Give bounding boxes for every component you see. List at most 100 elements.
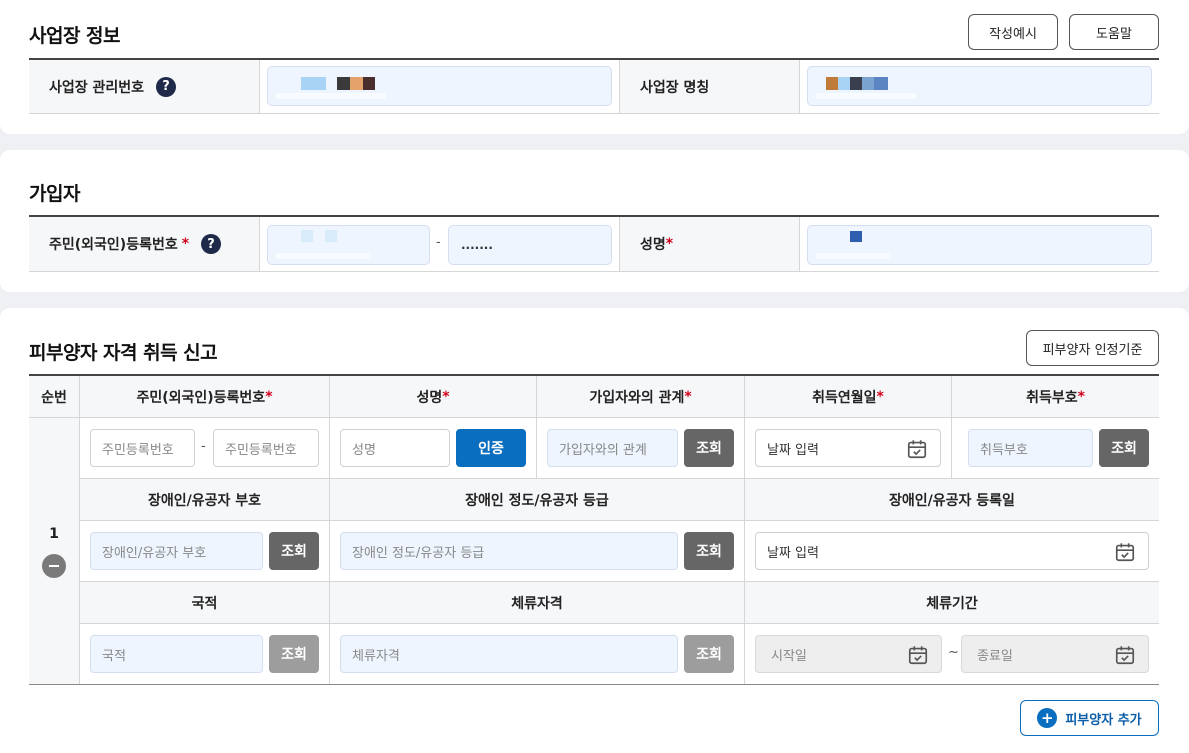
stay-status-lookup-button[interactable]: 조회 bbox=[684, 635, 734, 673]
redacted-block bbox=[276, 93, 386, 99]
required-mark: * bbox=[876, 388, 884, 405]
divider bbox=[79, 376, 80, 684]
redacted-block bbox=[301, 230, 313, 242]
divider bbox=[536, 376, 537, 479]
disability-code-input[interactable]: 장애인/유공자 부호 bbox=[90, 532, 263, 570]
calendar-icon[interactable] bbox=[907, 644, 929, 666]
relation-lookup-button[interactable]: 조회 bbox=[684, 429, 734, 467]
add-dependent-button[interactable]: + 피부양자 추가 bbox=[1020, 700, 1159, 736]
required-mark: * bbox=[665, 236, 674, 252]
help-button[interactable]: 도움말 bbox=[1069, 14, 1159, 50]
divider bbox=[799, 217, 800, 271]
header-name: 성명 * bbox=[330, 376, 536, 417]
redacted-block bbox=[350, 77, 363, 90]
plus-icon: + bbox=[1037, 708, 1058, 728]
header-relation-label: 가입자와의 관계 bbox=[589, 389, 685, 406]
header-stay-status: 체류자격 bbox=[330, 582, 744, 623]
nationality-lookup-button[interactable]: 조회 bbox=[269, 635, 319, 673]
stay-start-input[interactable]: 시작일 bbox=[755, 635, 942, 673]
acq-date-placeholder: 날짜 입력 bbox=[767, 442, 819, 458]
subscriber-name-label: 성명 bbox=[640, 237, 666, 253]
stay-end-placeholder: 종료일 bbox=[977, 648, 1013, 664]
help-question-icon[interactable]: ? bbox=[201, 234, 222, 254]
calendar-icon[interactable] bbox=[906, 438, 928, 460]
disability-date-placeholder: 날짜 입력 bbox=[767, 545, 819, 561]
period-tilde: ~ bbox=[948, 645, 959, 660]
header-name-label: 성명 bbox=[416, 389, 443, 406]
stay-end-input[interactable]: 종료일 bbox=[961, 635, 1149, 673]
redacted-block bbox=[337, 77, 350, 90]
divider bbox=[259, 217, 260, 271]
divider bbox=[80, 520, 1159, 521]
header-acq-code: 취득부호 * bbox=[952, 376, 1159, 417]
dependent-title: 피부양자 자격 취득 신고 bbox=[29, 342, 218, 364]
row-seq: 1 bbox=[49, 526, 59, 542]
acq-code-lookup-button[interactable]: 조회 bbox=[1099, 429, 1149, 467]
mgmt-no-field[interactable] bbox=[267, 66, 612, 106]
disability-code-lookup-button[interactable]: 조회 bbox=[269, 532, 319, 570]
redacted-block bbox=[850, 77, 862, 90]
divider bbox=[29, 417, 1159, 418]
stay-status-input[interactable]: 체류자격 bbox=[340, 635, 678, 673]
disability-grade-lookup-button[interactable]: 조회 bbox=[684, 532, 734, 570]
header-acq-code-label: 취득부호 bbox=[1026, 389, 1078, 406]
nationality-input[interactable]: 국적 bbox=[90, 635, 263, 673]
calendar-icon[interactable] bbox=[1114, 644, 1136, 666]
divider bbox=[799, 60, 800, 113]
subscriber-title: 가입자 bbox=[29, 183, 80, 205]
redacted-block bbox=[325, 230, 337, 242]
rrn-front-field[interactable] bbox=[267, 225, 430, 265]
subscriber-name-field[interactable] bbox=[807, 225, 1152, 265]
required-mark: * bbox=[1077, 388, 1085, 405]
add-dependent-label: 피부양자 추가 bbox=[1065, 712, 1142, 728]
stay-start-placeholder: 시작일 bbox=[771, 648, 807, 664]
mgmt-no-label: 사업장 관리번호 bbox=[49, 79, 145, 96]
mgmt-no-label-cell: 사업장 관리번호 ? bbox=[29, 60, 259, 113]
divider bbox=[29, 113, 1159, 114]
verify-button[interactable]: 인증 bbox=[456, 429, 526, 467]
header-acq-date-label: 취득연월일 bbox=[812, 389, 877, 406]
required-mark: * bbox=[684, 388, 692, 405]
rrn-label-cell: 주민(외국인)등록번호 * ? bbox=[29, 217, 259, 271]
dep-rrn-back-input[interactable]: 주민등록번호 bbox=[213, 429, 319, 467]
subscriber-name-label-cell: 성명 * bbox=[620, 217, 800, 271]
dependent-section: 피부양자 자격 취득 신고 피부양자 인정기준 순번 주민(외국인)등록번호 * … bbox=[0, 308, 1189, 753]
divider bbox=[29, 684, 1159, 685]
calendar-icon[interactable] bbox=[1114, 541, 1136, 563]
workplace-name-field[interactable] bbox=[807, 66, 1152, 106]
seq-cell: 1 bbox=[29, 418, 79, 684]
workplace-section: 사업장 정보 작성예시 도움말 사업장 관리번호 ? 사업장 명칭 bbox=[0, 0, 1189, 134]
redacted-block bbox=[301, 77, 326, 90]
header-rrn-label: 주민(외국인)등록번호 bbox=[136, 389, 266, 406]
rrn-label: 주민(외국인)등록번호 bbox=[49, 237, 178, 253]
acq-date-input[interactable]: 날짜 입력 bbox=[755, 429, 941, 467]
criteria-button[interactable]: 피부양자 인정기준 bbox=[1026, 330, 1159, 366]
header-stay-period: 체류기간 bbox=[745, 582, 1159, 623]
header-nationality: 국적 bbox=[80, 582, 329, 623]
rrn-dash: - bbox=[436, 235, 441, 250]
example-button[interactable]: 작성예시 bbox=[968, 14, 1058, 50]
header-disability-date: 장애인/유공자 등록일 bbox=[745, 479, 1159, 520]
header-rrn: 주민(외국인)등록번호 * bbox=[80, 376, 329, 417]
remove-row-button[interactable] bbox=[42, 554, 66, 578]
divider bbox=[259, 60, 260, 113]
header-disability-code: 장애인/유공자 부호 bbox=[80, 479, 329, 520]
dep-name-input[interactable]: 성명 bbox=[340, 429, 450, 467]
required-mark: * bbox=[181, 236, 190, 252]
redacted-block bbox=[816, 253, 891, 259]
dep-rrn-front-input[interactable]: 주민등록번호 bbox=[90, 429, 195, 467]
header-acq-date: 취득연월일 * bbox=[745, 376, 951, 417]
disability-grade-input[interactable]: 장애인 정도/유공자 등급 bbox=[340, 532, 678, 570]
help-question-icon[interactable]: ? bbox=[156, 76, 177, 97]
acq-code-input[interactable]: 취득부호 bbox=[968, 429, 1093, 467]
relation-input[interactable]: 가입자와의 관계 bbox=[547, 429, 678, 467]
divider bbox=[951, 376, 952, 479]
dep-rrn-dash: - bbox=[201, 439, 206, 454]
disability-date-input[interactable]: 날짜 입력 bbox=[755, 532, 1149, 570]
workplace-title: 사업장 정보 bbox=[29, 25, 121, 47]
redacted-block bbox=[850, 231, 862, 242]
header-disability-grade: 장애인 정도/유공자 등급 bbox=[330, 479, 744, 520]
workplace-name-label: 사업장 명칭 bbox=[640, 79, 710, 96]
rrn-back-field[interactable]: ....... bbox=[448, 225, 612, 265]
workplace-name-label-cell: 사업장 명칭 bbox=[620, 60, 800, 113]
